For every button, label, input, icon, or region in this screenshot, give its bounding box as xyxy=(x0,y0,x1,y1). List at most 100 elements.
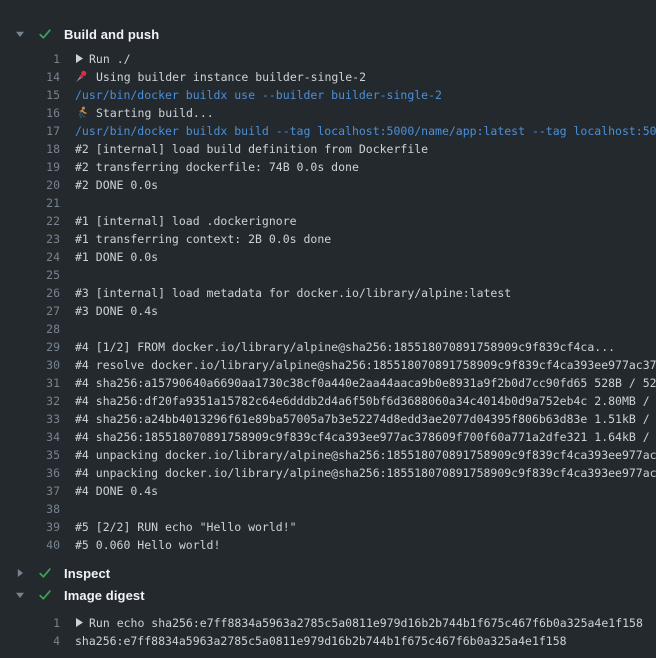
log-text-value: #4 sha256:a24bb4013296f61e89ba57005a7b3e… xyxy=(75,412,656,426)
runner-icon xyxy=(75,106,88,119)
log-text: #1 [internal] load .dockerignore xyxy=(75,212,297,230)
log-text: #5 [2/2] RUN echo "Hello world!" xyxy=(75,518,297,536)
log-line: 19 #2 transferring dockerfile: 74B 0.0s … xyxy=(0,158,656,176)
line-number[interactable]: 31 xyxy=(0,374,75,392)
log-text: #4 sha256:185518070891758909c9f839cf4ca3… xyxy=(75,428,656,446)
log-line: 35 #4 unpacking docker.io/library/alpine… xyxy=(0,446,656,464)
log-line: 28 xyxy=(0,320,656,338)
log-text: /usr/bin/docker buildx use --builder bui… xyxy=(75,86,442,104)
line-number[interactable]: 27 xyxy=(0,302,75,320)
line-number[interactable]: 37 xyxy=(0,482,75,500)
log-text-value: #1 transferring context: 2B 0.0s done xyxy=(75,232,331,246)
log-text-value: /usr/bin/docker buildx build --tag local… xyxy=(75,124,656,138)
log-text-value: #2 [internal] load build definition from… xyxy=(75,142,428,156)
line-number[interactable]: 30 xyxy=(0,356,75,374)
log-line: 36 #4 unpacking docker.io/library/alpine… xyxy=(0,464,656,482)
log-text-value: #5 [2/2] RUN echo "Hello world!" xyxy=(75,520,297,534)
log-text: #4 unpacking docker.io/library/alpine@sh… xyxy=(75,446,656,464)
log-line: 21 xyxy=(0,194,656,212)
log-text-value: #1 [internal] load .dockerignore xyxy=(75,214,297,228)
log-text: #4 sha256:a24bb4013296f61e89ba57005a7b3e… xyxy=(75,410,656,428)
log-line: 25 xyxy=(0,266,656,284)
log-text-value: #2 transferring dockerfile: 74B 0.0s don… xyxy=(75,160,359,174)
line-number[interactable]: 32 xyxy=(0,392,75,410)
line-number[interactable]: 23 xyxy=(0,230,75,248)
chevron-down-icon[interactable] xyxy=(15,590,25,600)
log-text: #4 sha256:df20fa9351a15782c64e6dddb2d4a6… xyxy=(75,392,656,410)
line-number[interactable]: 28 xyxy=(0,320,75,338)
line-number[interactable]: 36 xyxy=(0,464,75,482)
check-icon xyxy=(38,566,52,580)
check-icon xyxy=(38,27,52,41)
line-number[interactable]: 38 xyxy=(0,500,75,518)
log-text-value: #4 unpacking docker.io/library/alpine@sh… xyxy=(75,448,656,462)
log-text: #3 [internal] load metadata for docker.i… xyxy=(75,284,511,302)
log-line: 17 /usr/bin/docker buildx build --tag lo… xyxy=(0,122,656,140)
log-lines: 1 Run ./ 14 Using builder instance build… xyxy=(0,50,656,554)
check-icon xyxy=(38,588,52,602)
log-text: #1 DONE 0.0s xyxy=(75,248,158,266)
chevron-down-icon[interactable] xyxy=(15,29,25,39)
log-text: #4 DONE 0.4s xyxy=(75,482,158,500)
section-header-image-digest[interactable]: Image digest xyxy=(0,584,656,606)
log-text-value: #4 sha256:185518070891758909c9f839cf4ca3… xyxy=(75,430,656,444)
line-number[interactable]: 15 xyxy=(0,86,75,104)
log-text-value: #1 DONE 0.0s xyxy=(75,250,158,264)
log-text-value: #4 DONE 0.4s xyxy=(75,484,158,498)
line-number[interactable]: 1 xyxy=(0,614,75,632)
run-arrow-icon[interactable] xyxy=(75,615,84,626)
line-number[interactable]: 21 xyxy=(0,194,75,212)
line-number[interactable]: 1 xyxy=(0,50,75,68)
line-number[interactable]: 20 xyxy=(0,176,75,194)
log-text-value: #5 0.060 Hello world! xyxy=(75,538,220,552)
line-number[interactable]: 19 xyxy=(0,158,75,176)
log-text: #2 DONE 0.0s xyxy=(75,176,158,194)
log-line: 1 Run echo sha256:e7ff8834a5963a2785c5a0… xyxy=(0,614,656,632)
log-text-value: /usr/bin/docker buildx use --builder bui… xyxy=(75,88,442,102)
log-line: 18 #2 [internal] load build definition f… xyxy=(0,140,656,158)
log-text: Using builder instance builder-single-2 xyxy=(75,68,366,86)
line-number[interactable]: 29 xyxy=(0,338,75,356)
log-text: /usr/bin/docker buildx build --tag local… xyxy=(75,122,656,140)
line-number[interactable]: 18 xyxy=(0,140,75,158)
log-text-value: #2 DONE 0.0s xyxy=(75,178,158,192)
run-arrow-icon[interactable] xyxy=(75,51,84,62)
line-number[interactable]: 33 xyxy=(0,410,75,428)
log-text: sha256:e7ff8834a5963a2785c5a0811e979d16b… xyxy=(75,632,567,650)
log-text: #4 [1/2] FROM docker.io/library/alpine@s… xyxy=(75,338,615,356)
log-text: #2 transferring dockerfile: 74B 0.0s don… xyxy=(75,158,359,176)
log-line: 31 #4 sha256:a15790640a6690aa1730c38cf0a… xyxy=(0,374,656,392)
line-number[interactable]: 4 xyxy=(0,632,75,650)
log-text: #3 DONE 0.4s xyxy=(75,302,158,320)
line-number[interactable]: 14 xyxy=(0,68,75,86)
log-text-value: #4 [1/2] FROM docker.io/library/alpine@s… xyxy=(75,340,615,354)
line-number[interactable]: 26 xyxy=(0,284,75,302)
log-line: 16 Starting build... xyxy=(0,104,656,122)
log-line: 39 #5 [2/2] RUN echo "Hello world!" xyxy=(0,518,656,536)
log-line: 23 #1 transferring context: 2B 0.0s done xyxy=(0,230,656,248)
log-text: #4 sha256:a15790640a6690aa1730c38cf0a440… xyxy=(75,374,656,392)
line-number[interactable]: 39 xyxy=(0,518,75,536)
section-header-inspect[interactable]: Inspect xyxy=(0,562,656,584)
chevron-right-icon[interactable] xyxy=(15,568,25,578)
log-text: #2 [internal] load build definition from… xyxy=(75,140,428,158)
section-header-build-and-push[interactable]: Build and push xyxy=(0,23,656,45)
log-line: 40 #5 0.060 Hello world! xyxy=(0,536,656,554)
line-number[interactable]: 34 xyxy=(0,428,75,446)
line-number[interactable]: 22 xyxy=(0,212,75,230)
log-line: 29 #4 [1/2] FROM docker.io/library/alpin… xyxy=(0,338,656,356)
log-line: 26 #3 [internal] load metadata for docke… xyxy=(0,284,656,302)
line-number[interactable]: 17 xyxy=(0,122,75,140)
line-number[interactable]: 40 xyxy=(0,536,75,554)
log-text: #5 0.060 Hello world! xyxy=(75,536,220,554)
log-text-value: Run ./ xyxy=(89,52,131,66)
line-number[interactable]: 35 xyxy=(0,446,75,464)
log-text-value: #4 sha256:a15790640a6690aa1730c38cf0a440… xyxy=(75,376,656,390)
line-number[interactable]: 16 xyxy=(0,104,75,122)
line-number[interactable]: 25 xyxy=(0,266,75,284)
log-text-value: Using builder instance builder-single-2 xyxy=(96,70,366,84)
log-text: Run ./ xyxy=(75,50,131,68)
log-text-value: #4 unpacking docker.io/library/alpine@sh… xyxy=(75,466,656,480)
line-number[interactable]: 24 xyxy=(0,248,75,266)
log-text-value: #4 sha256:df20fa9351a15782c64e6dddb2d4a6… xyxy=(75,394,656,408)
